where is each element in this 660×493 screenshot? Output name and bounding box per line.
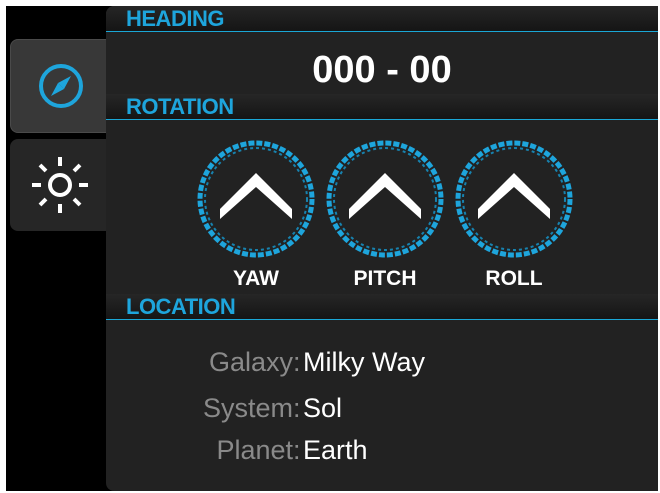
chevron-up-icon: [197, 140, 315, 258]
location-row-system: System : Sol: [106, 392, 658, 424]
location-row-galaxy: Galaxy : Milky Way: [106, 346, 658, 378]
pitch-label: PITCH: [353, 267, 417, 290]
sun-icon: [32, 157, 88, 213]
yaw-dial[interactable]: [196, 139, 316, 259]
compass-icon: [38, 64, 83, 108]
heading-value: 000 - 00: [312, 49, 452, 91]
hud-frame: HEADING 000 - 00 ROTATION YAW PITCH ROLL…: [6, 6, 658, 491]
pitch-dial[interactable]: [325, 139, 445, 259]
heading-title: HEADING: [126, 6, 224, 31]
galaxy-value: Milky Way: [303, 347, 425, 377]
rotation-section-header: ROTATION: [106, 94, 658, 120]
main-panel: HEADING 000 - 00 ROTATION YAW PITCH ROLL…: [106, 6, 658, 491]
system-value: Sol: [303, 393, 343, 423]
system-key: System: [202, 393, 293, 423]
planet-colon: :: [293, 435, 301, 465]
planet-key: Planet: [216, 435, 293, 465]
heading-section-header: HEADING: [106, 6, 658, 32]
location-title: LOCATION: [126, 294, 236, 319]
chevron-up-icon: [455, 140, 573, 258]
location-section-header: LOCATION: [106, 294, 658, 320]
chevron-up-icon: [326, 140, 444, 258]
location-row-planet: Planet : Earth: [106, 434, 658, 466]
yaw-label: YAW: [233, 267, 279, 290]
system-colon: :: [293, 393, 301, 423]
planet-value: Earth: [303, 435, 368, 465]
tab-settings[interactable]: [10, 139, 110, 231]
galaxy-key: Galaxy: [208, 347, 293, 377]
roll-label: ROLL: [485, 267, 543, 290]
rotation-title: ROTATION: [126, 94, 234, 119]
galaxy-colon: :: [293, 347, 301, 377]
tab-navigation[interactable]: [10, 39, 110, 133]
roll-dial[interactable]: [454, 139, 574, 259]
